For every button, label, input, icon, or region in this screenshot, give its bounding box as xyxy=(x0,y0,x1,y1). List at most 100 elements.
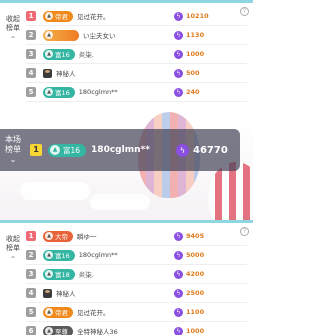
user-level-badge: ▲ 帝君 xyxy=(43,10,73,22)
user-name: 神秘人 xyxy=(56,290,76,298)
banner-score-value: 46770 xyxy=(193,144,228,156)
wealth-level-badge: ▲ 富16 xyxy=(48,143,87,157)
badge-text: 富16 xyxy=(55,252,70,260)
badge-text: 富16 xyxy=(55,89,70,97)
user-name: 见过花开。 xyxy=(77,309,110,317)
rank-number: 1 xyxy=(26,11,36,21)
rank-number: 2 xyxy=(26,30,36,40)
lightning-coin-icon: ϟ xyxy=(174,231,183,241)
collapse-label-line1: 收起 xyxy=(6,15,20,23)
lightning-coin-icon: ϟ xyxy=(174,68,183,78)
user-level-badge: ▲ 帝君 xyxy=(43,306,73,318)
user-score: ϟ 1100 xyxy=(174,307,204,317)
lightning-coin-icon: ϟ xyxy=(174,49,183,59)
lightning-coin-icon: ϟ xyxy=(174,326,183,335)
live-rank-banner[interactable]: 本场 榜单 ⌄ 1 ▲ 富16 180cglmn** ϟ 46770 xyxy=(0,129,240,171)
user-name: 180cglmn** xyxy=(78,88,118,96)
rank-number: 5 xyxy=(26,87,36,97)
user-score: ϟ 5000 xyxy=(174,250,204,260)
lightning-coin-icon: ϟ xyxy=(174,250,183,260)
bottom-leaderboard-panel: 收起 榜单 ⌃ ? 1 ▲ 大帝 瞬ゆ一 ϟ 9405 2 ▲ 富16 180cglmn** ϟ 50… xyxy=(0,220,253,335)
leaderboard-row[interactable]: 5 ▲ 富16 180cglmn** ϟ 240 xyxy=(26,83,247,102)
leaderboard-row[interactable]: 6 ▲ 至尊 全特神秘人36 ϟ 1000 xyxy=(26,322,247,335)
leaderboard-row[interactable]: 3 ▲ 富16 炎柒. ϟ 1000 xyxy=(26,45,247,64)
cloud-decoration xyxy=(20,182,90,200)
lightning-coin-icon: ϟ xyxy=(174,30,183,40)
score-value: 1130 xyxy=(186,31,205,39)
bottom-leaderboard-list: 1 ▲ 大帝 瞬ゆ一 ϟ 9405 2 ▲ 富16 180cglmn** ϟ 5000 3 ▲ 富18 炎柒.… xyxy=(26,227,247,335)
lightning-coin-icon: ϟ xyxy=(174,269,183,279)
leaderboard-row[interactable]: 1 ▲ 帝君 见过花开。 ϟ 10210 xyxy=(26,7,247,26)
score-value: 1000 xyxy=(186,50,205,58)
badge-emblem-icon: ▲ xyxy=(45,251,53,259)
rank-number: 3 xyxy=(26,269,36,279)
badge-emblem-icon: ▲ xyxy=(45,31,53,39)
rank-number: 4 xyxy=(26,288,36,298)
leaderboard-row[interactable]: 2 ▲ 富16 180cglmn** ϟ 5000 xyxy=(26,246,247,265)
badge-emblem-icon: ▲ xyxy=(45,270,53,278)
badge-emblem-icon: ▲ xyxy=(50,145,60,155)
leaderboard-row[interactable]: 4 神秘人 ϟ 500 xyxy=(26,64,247,83)
badge-emblem-icon: ▲ xyxy=(45,88,53,96)
score-value: 4200 xyxy=(186,270,205,278)
chevron-up-icon: ⌃ xyxy=(9,35,17,44)
badge-text: 富16 xyxy=(55,51,70,59)
badge-text: 大帝 xyxy=(55,233,68,241)
rank-number: 3 xyxy=(26,49,36,59)
user-level-badge: ▲ 富18 xyxy=(43,268,75,280)
collapse-board-toggle[interactable]: 收起 榜单 ⌃ xyxy=(3,235,23,264)
chevron-down-icon[interactable]: ⌄ xyxy=(2,155,24,165)
user-name: 神秘人 xyxy=(56,70,76,78)
user-level-badge: ▲ 至尊 xyxy=(43,325,73,335)
badge-emblem-icon: ▲ xyxy=(45,327,53,335)
badge-text: 富18 xyxy=(55,271,70,279)
badge-emblem-icon: ▲ xyxy=(45,50,53,58)
badge-emblem-icon: ▲ xyxy=(45,232,53,240)
chevron-up-icon: ⌃ xyxy=(9,255,17,264)
banner-title: 本场 榜单 ⌄ xyxy=(2,135,24,165)
banner-user-name: 180cglmn** xyxy=(91,145,150,155)
user-score: ϟ 9405 xyxy=(174,231,205,241)
leaderboard-row[interactable]: 5 ▲ 帝君 见过花开。 ϟ 1100 xyxy=(26,303,247,322)
collapse-label-line2: 榜单 xyxy=(6,24,20,32)
badge-text: 至尊 xyxy=(55,328,68,335)
lightning-coin-icon: ϟ xyxy=(174,288,183,298)
lightning-coin-icon: ϟ xyxy=(174,11,183,21)
banner-title-line2: 榜单 xyxy=(5,145,21,154)
user-name: い尘夫女い xyxy=(83,32,116,40)
banner-title-line1: 本场 xyxy=(5,135,21,144)
score-value: 10210 xyxy=(186,12,209,20)
badge-text: 富16 xyxy=(63,145,81,155)
mystery-user-avatar xyxy=(43,288,52,298)
leaderboard-row[interactable]: 1 ▲ 大帝 瞬ゆ一 ϟ 9405 xyxy=(26,227,247,246)
user-score: ϟ 240 xyxy=(174,87,200,97)
user-name: 180cglmn** xyxy=(78,251,118,259)
collapse-board-toggle[interactable]: 收起 榜单 ⌃ xyxy=(3,15,23,44)
rank-number: 4 xyxy=(26,68,36,78)
user-level-badge: ▲ 富16 xyxy=(43,249,75,261)
leaderboard-row[interactable]: 3 ▲ 富18 炎柒. ϟ 4200 xyxy=(26,265,247,284)
leaderboard-row[interactable]: 2 ▲ い尘夫女い ϟ 1130 xyxy=(26,26,247,45)
user-level-badge: ▲ 大帝 xyxy=(43,230,73,242)
user-name: 炎柒. xyxy=(78,271,94,279)
leaderboard-row[interactable]: 4 神秘人 ϟ 2500 xyxy=(26,284,247,303)
score-value: 240 xyxy=(186,88,200,96)
user-name: 见过花开。 xyxy=(77,13,110,21)
user-score: ϟ 4200 xyxy=(174,269,205,279)
score-value: 9405 xyxy=(186,232,205,240)
collapse-label-line2: 榜单 xyxy=(6,244,20,252)
rank-number: 1 xyxy=(26,231,36,241)
cloud-decoration xyxy=(90,194,150,210)
top-leaderboard-list: 1 ▲ 帝君 见过花开。 ϟ 10210 2 ▲ い尘夫女い ϟ 1130 3 ▲ 富16 炎柒. ϟ 1000… xyxy=(26,7,247,102)
user-level-badge: ▲ 富16 xyxy=(43,86,75,98)
lightning-coin-icon: ϟ xyxy=(174,307,183,317)
badge-emblem-icon: ▲ xyxy=(45,12,53,20)
user-score: ϟ 1130 xyxy=(174,30,205,40)
user-level-badge: ▲ 富16 xyxy=(43,48,75,60)
lightning-coin-icon: ϟ xyxy=(176,143,189,157)
rank-number: 2 xyxy=(26,250,36,260)
badge-emblem-icon: ▲ xyxy=(45,308,53,316)
user-score: ϟ 1000 xyxy=(174,326,204,335)
user-score: ϟ 10210 xyxy=(174,11,209,21)
badge-text: 帝君 xyxy=(55,13,68,21)
